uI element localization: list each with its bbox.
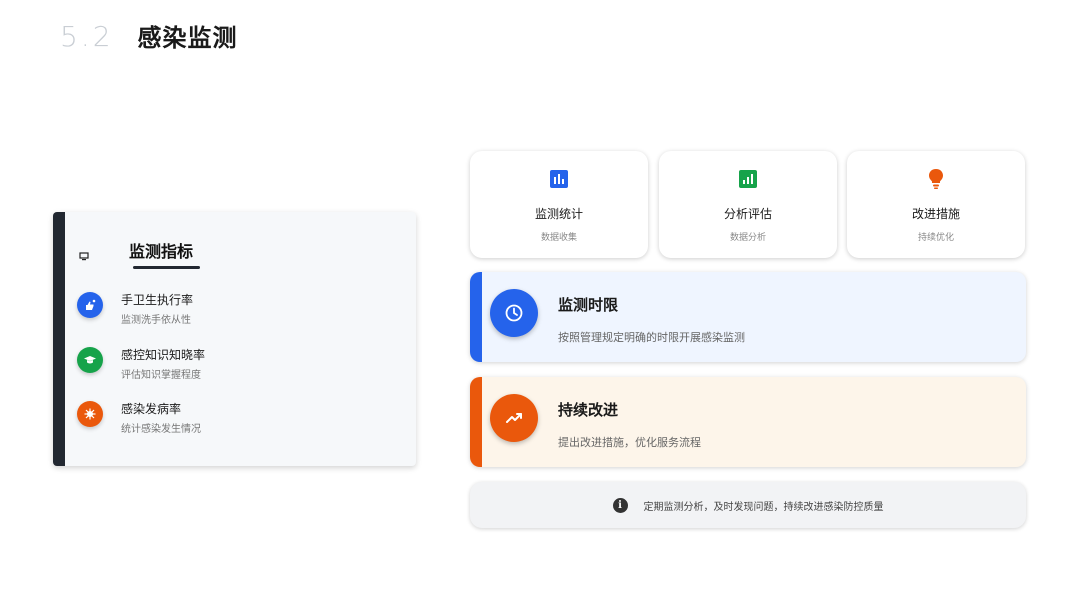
feature-card-analysis: 分析评估 数据分析 (659, 151, 837, 258)
bar-chart-icon (549, 169, 569, 189)
virus-icon (77, 401, 103, 427)
feature-name: 改进措施 (911, 207, 960, 221)
accent-bar (470, 377, 482, 467)
clock-icon (490, 289, 538, 337)
title-underline (133, 266, 200, 269)
feature-sub: 持续优化 (917, 233, 954, 243)
card-monitoring-deadline: 监测时限 按照管理规定明确的时限开展感染监测 (470, 272, 1026, 362)
metric-item: 感染发病率 统计感染发生情况 (77, 401, 201, 437)
card-continuous-improvement: 持续改进 提出改进措施，优化服务流程 (470, 377, 1026, 467)
feature-name: 分析评估 (723, 207, 772, 221)
metric-name: 手卫生执行率 (121, 293, 194, 307)
monitor-icon (79, 246, 89, 261)
metric-name: 感控知识知晓率 (121, 348, 206, 362)
card-title: 持续改进 (558, 401, 619, 419)
feature-card-monitoring: 监测统计 数据收集 (470, 151, 648, 258)
info-icon: i (612, 497, 628, 513)
header: 5.2 感染监测 (60, 18, 238, 53)
note-text: 定期监测分析，及时发现问题，持续改进感染防控质量 (643, 501, 884, 513)
chart-square-icon (738, 169, 758, 189)
indicators-panel: 监测指标 手卫生执行率 监测洗手依从性 感控知识知晓率 评估知识掌握程度 感染发… (53, 212, 416, 466)
metric-item: 手卫生执行率 监测洗手依从性 (77, 292, 193, 328)
card-desc: 按照管理规定明确的时限开展感染监测 (558, 331, 745, 344)
metric-desc: 统计感染发生情况 (121, 424, 201, 435)
card-title: 监测时限 (558, 296, 619, 314)
metric-item: 感控知识知晓率 评估知识掌握程度 (77, 347, 205, 383)
feature-name: 监测统计 (534, 207, 583, 221)
section-number: 5.2 (60, 20, 114, 53)
panel-title: 监测指标 (129, 242, 194, 261)
metric-name: 感染发病率 (121, 402, 182, 416)
info-note: i 定期监测分析，及时发现问题，持续改进感染防控质量 (470, 482, 1026, 528)
card-desc: 提出改进措施，优化服务流程 (558, 436, 701, 449)
hand-sparkle-icon (77, 292, 103, 318)
feature-sub: 数据收集 (540, 233, 577, 243)
feature-card-improvement: 改进措施 持续优化 (847, 151, 1025, 258)
feature-sub: 数据分析 (729, 233, 766, 243)
graduation-cap-icon (77, 347, 103, 373)
trending-up-icon (490, 394, 538, 442)
metric-desc: 评估知识掌握程度 (121, 370, 201, 381)
accent-bar (470, 272, 482, 362)
page-title: 感染监测 (137, 24, 238, 52)
lightbulb-icon (926, 169, 946, 189)
metric-desc: 监测洗手依从性 (121, 315, 191, 326)
